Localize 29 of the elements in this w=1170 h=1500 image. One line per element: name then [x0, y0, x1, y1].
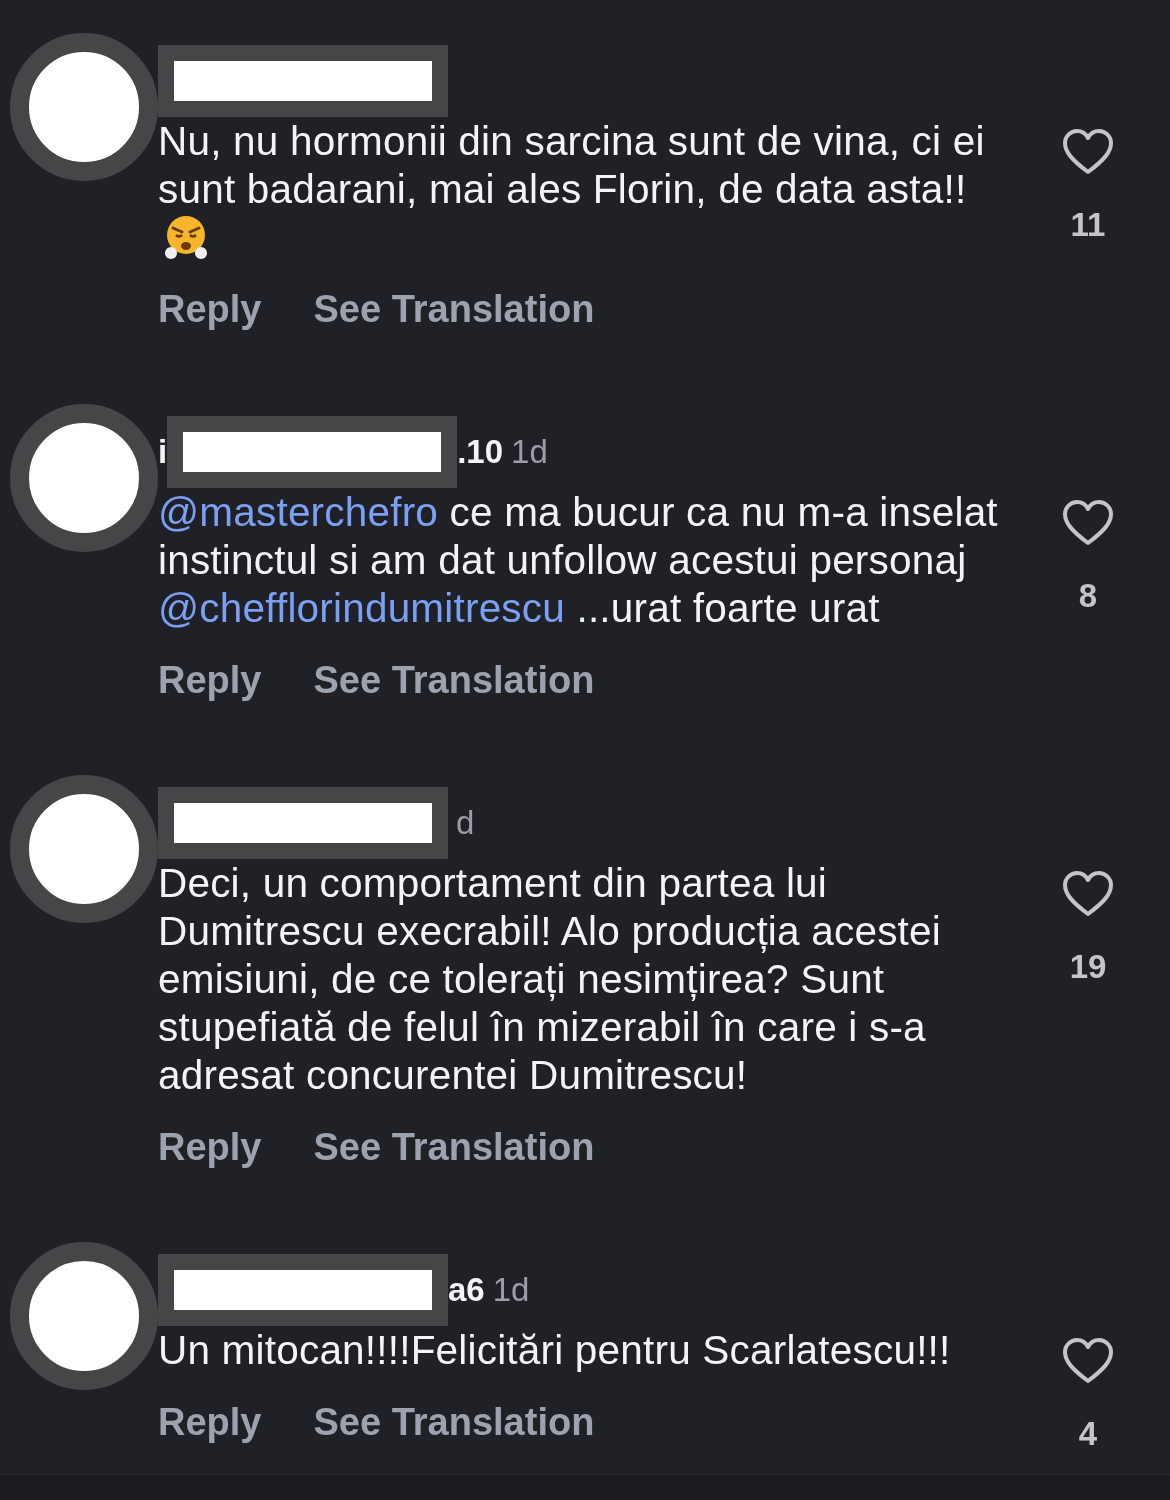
heart-icon[interactable]	[1062, 499, 1114, 547]
heart-icon[interactable]	[1062, 870, 1114, 918]
translation-button[interactable]: See Translation	[313, 652, 595, 709]
translation-button[interactable]: See Translation	[313, 1119, 595, 1176]
comment-text: @masterchefro ce ma bucur ca nu m-a inselat instinctul si am dat unfollow acestui personaj @chefflorindumitrescu ...urat foarte urat	[158, 488, 999, 632]
username[interactable]: i	[158, 427, 168, 477]
angry-face-icon	[162, 213, 210, 261]
like-count: 19	[1069, 947, 1107, 987]
mention-link[interactable]: @chefflorindumitrescu	[158, 585, 565, 631]
timestamp: d	[456, 803, 475, 844]
username[interactable]: a6	[448, 1265, 485, 1315]
reply-button[interactable]: Reply	[158, 652, 262, 709]
username[interactable]: .10	[457, 427, 504, 477]
like-count: 4	[1078, 1414, 1098, 1454]
like-count: 11	[1070, 205, 1106, 245]
reply-button[interactable]: Reply	[158, 1394, 262, 1451]
translation-button[interactable]: See Translation	[313, 281, 595, 338]
translation-button[interactable]: See Translation	[313, 1394, 595, 1451]
comment-text: Un mitocan!!!!Felicitări pentru Scarlatescu!!!	[158, 1326, 952, 1374]
heart-icon[interactable]	[1062, 1337, 1114, 1385]
reply-button[interactable]: Reply	[158, 281, 262, 338]
timestamp: 1d	[492, 1270, 530, 1311]
comment-text: Deci, un comportament din partea lui Dumitrescu execrabil! Alo producția acestei emisiuni, de ce tolerați nesimțirea? Sunt stupefiată de felul în mizerabil în care i s-a adresat concurentei Dumitrescu!	[158, 859, 942, 1099]
reply-button[interactable]: Reply	[158, 1119, 262, 1176]
mention-link[interactable]: @masterchefro	[158, 489, 439, 535]
heart-icon[interactable]	[1062, 128, 1114, 176]
like-count: 8	[1078, 576, 1098, 616]
comment-text: Nu, nu hormonii din sarcina sunt de vina, ci ei sunt badarani, mai ales Florin, de data asta!!	[158, 117, 1013, 261]
timestamp: 1d	[511, 432, 548, 473]
